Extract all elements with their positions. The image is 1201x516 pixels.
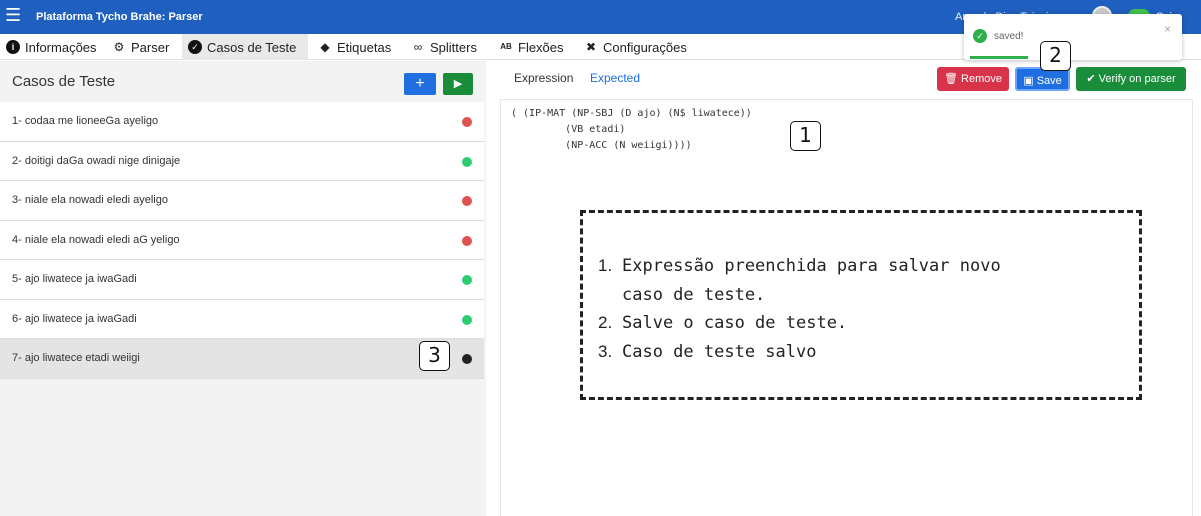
toast-message: saved! [994,31,1024,42]
callout-2: 2 [1040,41,1071,71]
run-cases-button[interactable]: ▶ [443,73,473,95]
note-number: 1. [598,256,613,275]
remove-button[interactable]: 🗑 Remove [937,67,1009,91]
verify-button[interactable]: ✔ Verify on parser [1076,67,1186,91]
status-dot [462,275,472,285]
tab-label: Etiquetas [337,39,392,55]
list-item[interactable]: 6- ajo liwatece ja iwaGadi [0,299,484,339]
tab-flexoes[interactable]: AB Flexões [493,34,570,60]
note-text: Salve o caso de teste. [622,313,848,333]
list-item[interactable]: 3- niale ela nowadi eledi ayeligo [0,181,484,221]
tab-expected[interactable]: Expected [590,71,640,85]
tab-label: Splitters [430,39,477,55]
info-circle-icon: i [6,40,20,54]
verify-label: Verify on parser [1098,73,1176,85]
add-case-button[interactable]: + [404,73,436,95]
saved-toast: ✓ saved! × [964,14,1182,60]
app-title: Plataforma Tycho Brahe: Parser [36,11,203,23]
save-label: Save [1036,75,1062,87]
note-number: 2. [598,313,613,332]
status-dot [462,117,472,127]
list-item[interactable]: 4- niale ela nowadi eledi aG yeligo [0,220,484,260]
note-text: Caso de teste salvo [622,341,817,362]
check-circle-icon: ✓ [188,40,202,54]
instruction-notes: 1. Expressão preenchida para salvar novo… [598,252,1001,366]
case-label: 7- ajo liwatece etadi weiigi [12,352,140,364]
case-list: 1- codaa me lioneeGa ayeligo 2- doitigi … [0,102,484,379]
tab-splitters[interactable]: ∞ Splitters [405,34,483,60]
tab-configuracoes[interactable]: ✖ Configurações [578,34,693,60]
note-text: Expressão preenchida para salvar novo ca… [622,256,1001,305]
callout-3: 3 [419,341,450,371]
case-label: 4- niale ela nowadi eledi aG yeligo [12,233,180,246]
tab-etiquetas[interactable]: ◆ Etiquetas [312,34,397,60]
case-label: 5- ajo liwatece ja iwaGadi [12,273,137,285]
tags-icon: ◆ [320,40,330,54]
code-line: (NP-ACC (N weiigi)))) [511,140,692,151]
tab-label: Informações [25,39,97,55]
cogs-icon: ⚙ [113,40,125,54]
code-line: (VB etadi) [511,124,626,135]
note-item: 1. Expressão preenchida para salvar novo… [598,252,1001,309]
spell-check-icon: AB [500,42,512,51]
test-cases-panel: Casos de Teste + ▶ 1- codaa me lioneeGa … [0,61,486,516]
tab-parser[interactable]: ⚙ Parser [106,34,175,60]
callout-1: 1 [790,121,821,151]
note-item: 2. Salve o caso de teste. [598,309,1001,338]
list-item[interactable]: 2- doitigi daGa owadi nige dinigaje [0,141,484,181]
close-icon[interactable]: × [1164,22,1171,36]
panel-title: Casos de Teste [12,73,116,90]
status-dot [462,235,472,246]
check-circle-icon: ✔ [1086,73,1096,85]
tools-icon: ✖ [585,40,597,54]
tab-casos-de-teste[interactable]: ✓ Casos de Teste [182,34,308,60]
tab-label: Configurações [603,39,687,55]
tab-informacoes[interactable]: i Informações [0,34,103,60]
status-dot [462,156,472,167]
link-icon: ∞ [413,40,423,54]
trash-icon: 🗑 [944,73,958,85]
test-cases-header: Casos de Teste + ▶ [0,61,486,101]
status-dot [462,314,472,325]
toast-progress [970,56,1028,59]
case-label: 1- codaa me lioneeGa ayeligo [12,115,159,127]
tab-label: Parser [131,39,170,55]
tab-label: Casos de Teste [207,39,297,55]
list-item[interactable]: 5- ajo liwatece ja iwaGadi [0,260,484,300]
status-dot [462,196,472,206]
status-dot [462,354,472,364]
note-item: 3. Caso de teste salvo [598,338,1001,367]
check-circle-icon: ✓ [973,29,987,43]
case-label: 3- niale ela nowadi eledi ayeligo [12,194,168,206]
list-item[interactable]: 1- codaa me lioneeGa ayeligo [0,102,484,142]
tab-label: Flexões [518,39,564,55]
tab-expression[interactable]: Expression [514,71,573,85]
case-label: 2- doitigi daGa owadi nige dinigaje [12,154,181,167]
note-number: 3. [598,341,613,361]
list-item[interactable]: 7- ajo liwatece etadi weiigi [0,339,484,379]
code-line: ( (IP-MAT (NP-SBJ (D ajo) (N$ liwatece)) [511,108,752,119]
case-label: 6- ajo liwatece ja iwaGadi [12,312,137,325]
hamburger-icon[interactable]: ☰ [5,6,21,24]
remove-label: Remove [961,73,1002,85]
floppy-icon: ▣ [1023,75,1034,87]
